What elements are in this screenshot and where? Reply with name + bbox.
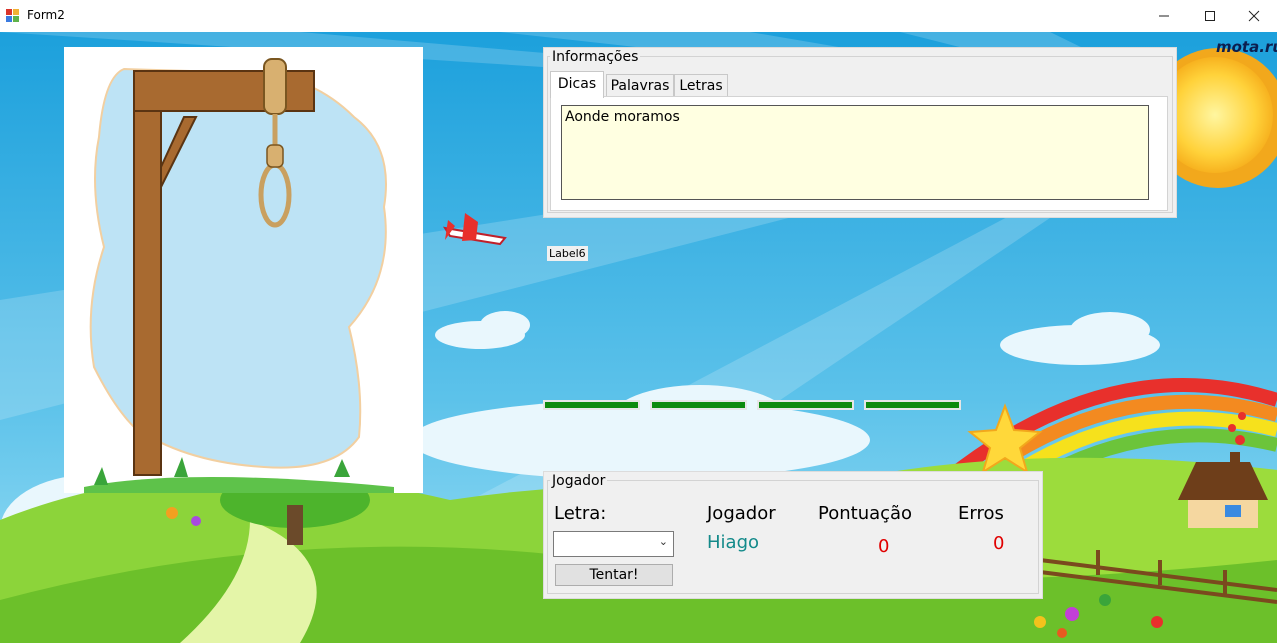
app-icon [6, 9, 19, 22]
maximize-button[interactable] [1187, 0, 1233, 32]
title-bar: Form2 [0, 0, 1277, 33]
game-window: Form2 mota.ru Informações Dicas Palavras… [0, 0, 1277, 643]
close-button[interactable] [1231, 0, 1277, 32]
score-header: Pontuação [818, 503, 913, 524]
minimize-icon [1159, 15, 1169, 17]
close-icon [1248, 10, 1260, 22]
errors-header: Erros [958, 503, 1004, 524]
window-title: Form2 [27, 8, 65, 22]
letter-slot [757, 400, 854, 410]
hint-textbox[interactable]: Aonde moramos [561, 105, 1149, 200]
tab-palavras[interactable]: Palavras [606, 74, 674, 97]
gallows-icon [84, 58, 394, 493]
try-button[interactable]: Tentar! [555, 564, 673, 586]
info-legend: Informações [550, 49, 641, 65]
player-header: Jogador [707, 503, 776, 524]
player-groupbox: Jogador Letra: ⌄ Tentar! Jogador Pontuaç… [543, 471, 1043, 599]
score-value: 0 [878, 536, 890, 557]
letter-combobox[interactable]: ⌄ [553, 531, 674, 557]
gallows-picture [64, 47, 423, 493]
letter-slot [543, 400, 640, 410]
letter-slot [864, 400, 961, 410]
letter-slot [650, 400, 747, 410]
label6: Label6 [547, 246, 588, 261]
info-groupbox: Informações Dicas Palavras Letras Aonde … [543, 47, 1177, 218]
errors-value: 0 [993, 533, 1005, 554]
minimize-button[interactable] [1141, 0, 1187, 32]
player-name: Hiago [707, 532, 760, 553]
tab-letras[interactable]: Letras [674, 74, 728, 97]
tab-page-dicas: Aonde moramos [550, 96, 1168, 211]
chevron-down-icon[interactable]: ⌄ [659, 535, 668, 548]
watermark-logo: mota.ru [1216, 38, 1277, 56]
letter-label: Letra: [554, 503, 607, 524]
player-legend: Jogador [550, 473, 608, 489]
maximize-icon [1205, 11, 1215, 21]
tab-dicas[interactable]: Dicas [550, 71, 604, 98]
